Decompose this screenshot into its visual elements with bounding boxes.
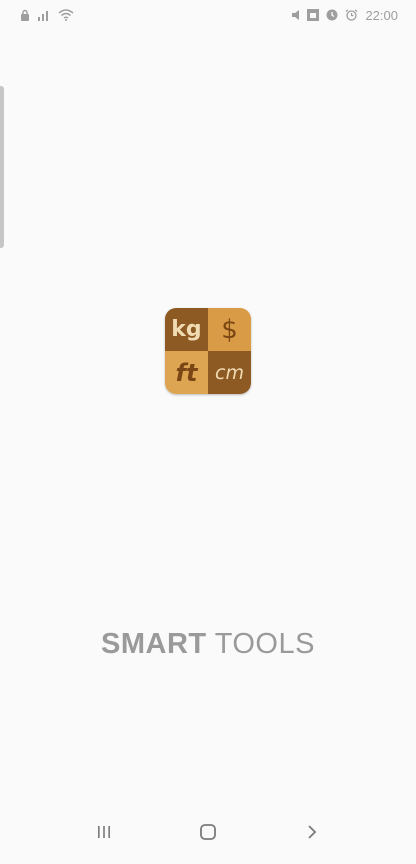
home-button[interactable] bbox=[188, 814, 228, 854]
logo-cell-dollar: $ bbox=[208, 308, 251, 351]
home-icon bbox=[199, 823, 217, 846]
brand-name: SMART TOOLS bbox=[0, 628, 416, 661]
status-bar: 22:00 bbox=[0, 0, 416, 30]
lock-icon bbox=[20, 9, 30, 21]
mute-icon bbox=[292, 10, 300, 20]
signal-bars-icon bbox=[37, 9, 51, 21]
back-button[interactable] bbox=[292, 814, 332, 854]
app-logo: kg $ ft cm bbox=[165, 308, 251, 394]
alarm-icon bbox=[345, 9, 358, 21]
brand-word-smart: SMART bbox=[101, 628, 207, 660]
back-icon bbox=[305, 824, 319, 845]
recent-apps-icon bbox=[96, 824, 112, 845]
logo-cell-kg: kg bbox=[165, 308, 208, 351]
status-time: 22:00 bbox=[365, 7, 398, 23]
splash-screen: 22:00 kg $ ft cm SMART TOOLS bbox=[0, 0, 416, 864]
logo-cell-cm: cm bbox=[208, 351, 251, 394]
navigation-bar bbox=[0, 804, 416, 864]
wifi-icon bbox=[58, 9, 74, 21]
status-right: 22:00 bbox=[292, 8, 398, 23]
recent-apps-button[interactable] bbox=[84, 814, 124, 854]
status-left bbox=[20, 9, 74, 21]
brand-word-tools: TOOLS bbox=[214, 628, 315, 660]
logo-cell-ft: ft bbox=[165, 351, 208, 394]
sync-icon bbox=[326, 9, 338, 21]
sim-icon bbox=[307, 9, 320, 21]
edge-panel-handle[interactable] bbox=[0, 86, 4, 248]
